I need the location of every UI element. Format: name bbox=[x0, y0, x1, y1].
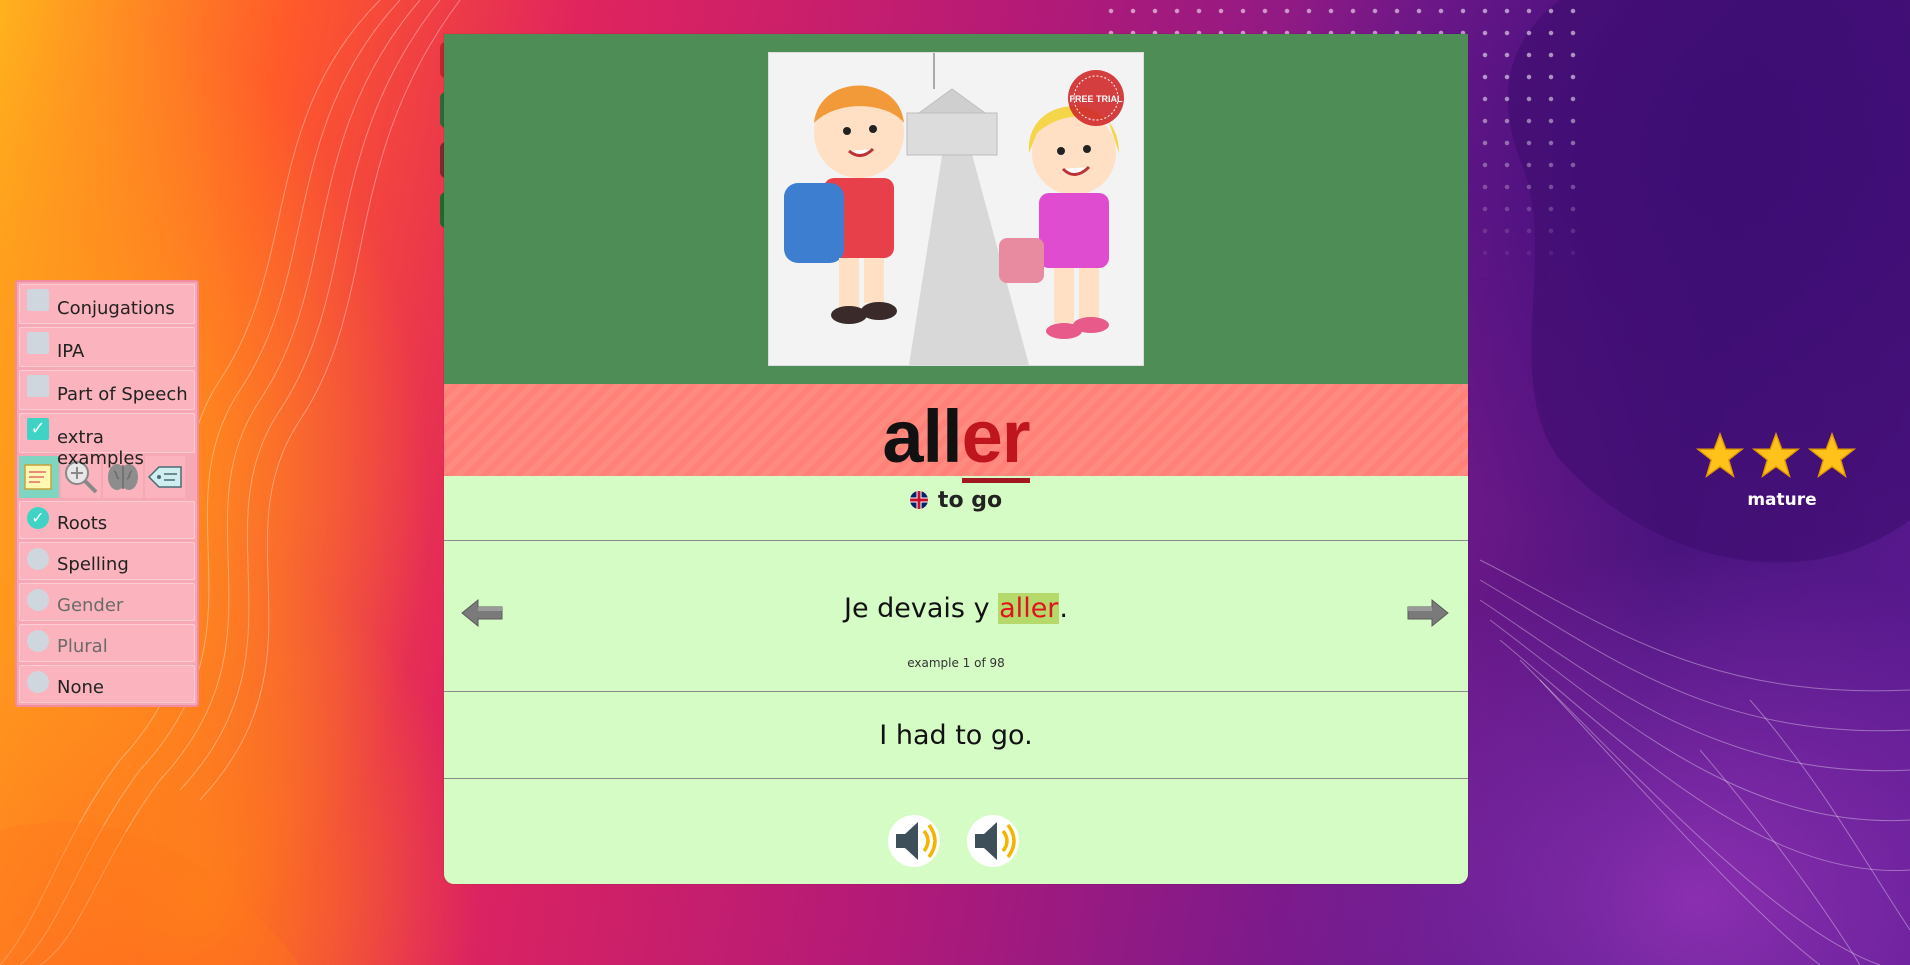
example-highlight: aller bbox=[998, 593, 1060, 624]
example-section: Je devais y aller. example 1 of 98 bbox=[444, 541, 1468, 692]
option-label: Roots bbox=[57, 513, 108, 534]
rating-stars bbox=[1696, 432, 1856, 480]
radio bbox=[27, 589, 49, 611]
option-label: Gender bbox=[57, 595, 124, 616]
option-plural: Plural bbox=[19, 624, 195, 662]
option-gender: Gender bbox=[19, 583, 195, 621]
headword: aller bbox=[444, 394, 1468, 483]
option-label: extra examples bbox=[57, 427, 144, 469]
option-ipa[interactable]: IPA bbox=[19, 327, 195, 367]
uk-flag-icon bbox=[909, 491, 928, 509]
option-label: IPA bbox=[57, 341, 85, 362]
option-extra-examples[interactable]: ✓ extra examples bbox=[19, 413, 195, 469]
word-band: aller bbox=[444, 384, 1468, 483]
option-spelling[interactable]: Spelling bbox=[19, 542, 195, 580]
image-area: FREE TRIAL bbox=[444, 34, 1468, 384]
speaker-icon[interactable] bbox=[967, 813, 1023, 869]
star-icon bbox=[1808, 432, 1856, 478]
notes-button[interactable] bbox=[19, 456, 59, 498]
option-label: Plural bbox=[57, 636, 108, 657]
option-label: Conjugations bbox=[57, 298, 175, 319]
checkbox[interactable] bbox=[27, 289, 49, 311]
free-trial-text: FREE TRIAL bbox=[1070, 94, 1124, 104]
star-icon bbox=[1752, 432, 1800, 478]
checkbox[interactable] bbox=[27, 375, 49, 397]
example-before: Je devais y bbox=[843, 593, 999, 624]
options-panel: Conjugations IPA Part of Speech ✓ extra … bbox=[15, 280, 199, 707]
audio-row bbox=[444, 779, 1468, 884]
translation-text: I had to go. bbox=[444, 692, 1468, 779]
option-label: Part of Speech bbox=[57, 384, 188, 405]
option-conjugations[interactable]: Conjugations bbox=[19, 284, 195, 324]
meaning-text: to go bbox=[937, 488, 1003, 513]
star-icon bbox=[1696, 432, 1744, 478]
radio-selected[interactable]: ✓ bbox=[27, 507, 49, 529]
checkbox-checked[interactable]: ✓ bbox=[27, 418, 49, 440]
word-stem: all bbox=[882, 395, 962, 478]
checkbox[interactable] bbox=[27, 332, 49, 354]
option-label: Spelling bbox=[57, 554, 129, 575]
word-ending: er bbox=[961, 395, 1031, 483]
meaning-row: to go bbox=[444, 476, 1468, 541]
radio[interactable] bbox=[27, 671, 49, 693]
option-label: None bbox=[57, 677, 104, 698]
option-part-of-speech[interactable]: Part of Speech bbox=[19, 370, 195, 410]
example-after: . bbox=[1059, 593, 1068, 624]
radio bbox=[27, 630, 49, 652]
flashcard: FREE TRIAL aller to go Je devais y aller… bbox=[444, 34, 1468, 884]
radio[interactable] bbox=[27, 548, 49, 570]
illustration-image: FREE TRIAL bbox=[768, 52, 1144, 366]
speaker-icon[interactable] bbox=[888, 813, 944, 869]
option-roots[interactable]: ✓ Roots bbox=[19, 501, 195, 539]
example-sentence: Je devais y aller. bbox=[444, 593, 1468, 624]
rating-label: mature bbox=[1747, 490, 1817, 510]
option-none[interactable]: None bbox=[19, 665, 195, 703]
notes-icon bbox=[24, 464, 52, 490]
example-counter: example 1 of 98 bbox=[907, 656, 1005, 670]
next-example-arrow-icon[interactable] bbox=[1406, 597, 1450, 629]
